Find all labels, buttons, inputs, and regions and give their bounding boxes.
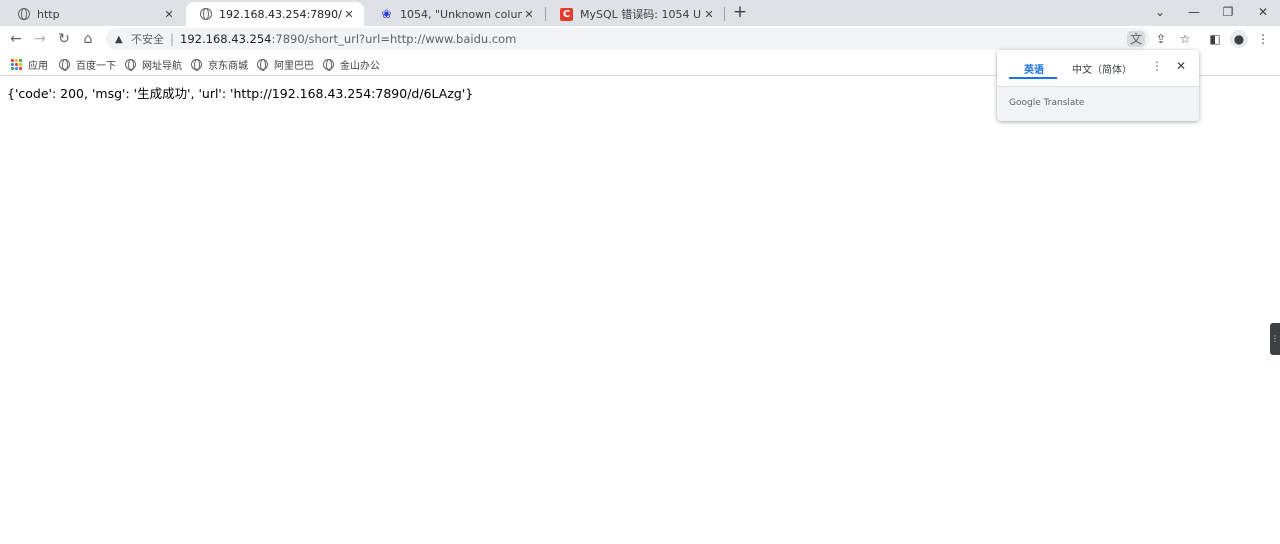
bookmark-label: 网址导航 <box>142 61 182 72</box>
star-bookmark-icon[interactable]: ☆ <box>1176 30 1194 48</box>
google-translate-brand: Google Translate <box>1009 98 1085 108</box>
globe-icon <box>59 59 70 71</box>
more-options-icon[interactable]: ⋮ <box>1151 59 1163 73</box>
bookmark-label: 京东商城 <box>208 61 248 72</box>
globe-icon <box>200 8 212 20</box>
globe-icon <box>257 59 268 71</box>
profile-avatar-icon[interactable]: ● <box>1230 30 1248 48</box>
omnibox-divider: | <box>170 32 175 46</box>
share-icon[interactable]: ⇪ <box>1152 30 1170 48</box>
translate-icon[interactable]: 文 <box>1127 31 1145 47</box>
close-icon[interactable]: ✕ <box>702 8 716 21</box>
translate-popup-header: 英语 中文（简体） ⋮ ✕ <box>997 50 1199 86</box>
side-drag-handle[interactable]: ⋮ <box>1270 323 1280 355</box>
security-label[interactable]: 不安全 <box>131 31 164 47</box>
tab-search-chevron-icon[interactable]: ⌄ <box>1149 3 1171 21</box>
globe-icon <box>125 59 136 71</box>
bookmark-jd[interactable]: 京东商城 <box>191 57 248 72</box>
toolbar: ← → ↻ ⌂ ▲ 不安全 | 192.168.43.254:7890/shor… <box>0 26 1280 52</box>
warning-triangle-icon[interactable]: ▲ <box>115 34 127 45</box>
bookmark-alibaba[interactable]: 阿里巴巴 <box>257 57 314 72</box>
url-path: :7890/short_url?url=http://www.baidu.com <box>271 32 517 46</box>
response-json-text: {'code': 200, 'msg': '生成成功', 'url': 'htt… <box>7 86 474 101</box>
bookmark-baidu[interactable]: 百度一下 <box>59 57 116 72</box>
globe-icon <box>191 59 202 71</box>
url-host: 192.168.43.254 <box>180 32 272 46</box>
minimize-icon[interactable]: — <box>1183 3 1205 21</box>
close-icon[interactable]: ✕ <box>342 8 356 21</box>
home-icon[interactable]: ⌂ <box>79 30 97 48</box>
tab-target-language[interactable]: 中文（简体） <box>1072 61 1132 76</box>
bookmark-wps[interactable]: 金山办公 <box>323 57 380 72</box>
tab-title: 1054, "Unknown column 'www.baidu.com' <box>400 7 522 21</box>
close-icon[interactable]: ✕ <box>522 8 536 21</box>
more-menu-icon[interactable]: ⋮ <box>1254 30 1272 48</box>
bookmark-label: 阿里巴巴 <box>274 61 314 72</box>
apps-grid-icon <box>11 59 22 70</box>
tab-title: MySQL 错误码: 1054 Unknown column <box>580 8 702 21</box>
tab-separator <box>724 7 725 21</box>
active-tab-underline <box>1009 77 1057 79</box>
translate-popup: 英语 中文（简体） ⋮ ✕ Google Translate <box>997 50 1199 121</box>
globe-icon <box>323 59 334 71</box>
new-tab-button[interactable]: + <box>731 4 749 22</box>
reload-icon[interactable]: ↻ <box>55 30 73 48</box>
window-close-icon[interactable]: ✕ <box>1252 3 1274 21</box>
bookmark-nav[interactable]: 网址导航 <box>125 57 182 72</box>
tab-http[interactable]: http ✕ <box>4 2 184 26</box>
close-icon[interactable]: ✕ <box>162 8 176 21</box>
bookmark-label: 应用 <box>28 61 48 72</box>
tab-strip: http ✕ 192.168.43.254:7890/short_url?url… <box>0 0 1280 26</box>
back-arrow-icon[interactable]: ← <box>7 30 25 48</box>
address-bar[interactable]: ▲ 不安全 | 192.168.43.254:7890/short_url?ur… <box>106 28 1150 50</box>
bookmark-apps[interactable]: 应用 <box>11 57 48 72</box>
restore-icon[interactable]: ❐ <box>1217 3 1239 21</box>
tab-title: http <box>37 7 60 21</box>
side-panel-icon[interactable]: ◧ <box>1206 30 1224 48</box>
tab-mysql-error[interactable]: C MySQL 错误码: 1054 Unknown column ✕ <box>546 2 724 26</box>
tab-source-language[interactable]: 英语 <box>1024 61 1044 76</box>
csdn-c-icon: C <box>560 7 573 21</box>
forward-arrow-icon[interactable]: → <box>31 30 49 48</box>
globe-icon <box>18 8 30 20</box>
translate-popup-footer: Google Translate <box>997 86 1199 121</box>
bookmark-label: 金山办公 <box>340 61 380 72</box>
baidu-paw-icon: ❀ <box>381 6 392 21</box>
tab-short-url[interactable]: 192.168.43.254:7890/short_url?url=http:/… <box>186 2 364 26</box>
bookmark-label: 百度一下 <box>76 61 116 72</box>
tab-baidu-error[interactable]: ❀ 1054, "Unknown column 'www.baidu.com' … <box>366 2 544 26</box>
close-icon[interactable]: ✕ <box>1175 59 1187 73</box>
tab-title: 192.168.43.254:7890/short_url?url=http:/… <box>219 7 342 21</box>
